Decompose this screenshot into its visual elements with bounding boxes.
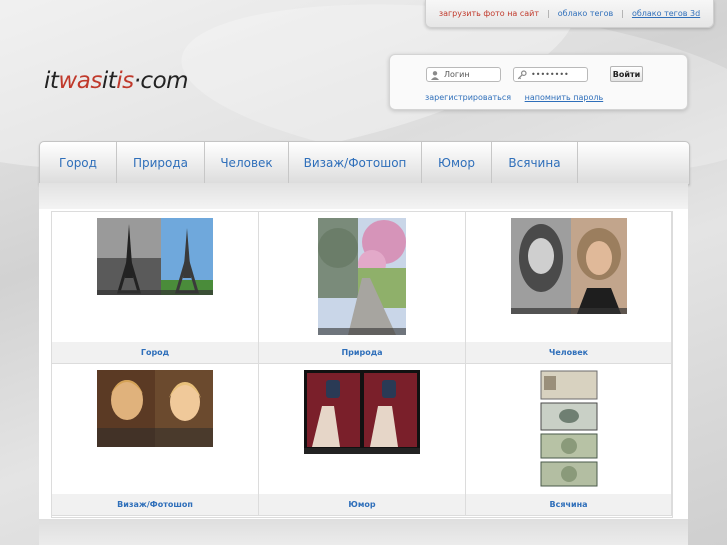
login-button[interactable]: Войти [610, 66, 643, 82]
category-card-nature[interactable]: Природа [259, 212, 466, 364]
category-caption[interactable]: Всячина [466, 494, 671, 515]
category-caption[interactable]: Визаж/Фотошоп [52, 494, 258, 515]
category-caption[interactable]: Человек [466, 342, 671, 363]
register-link[interactable]: зарегистрироваться [425, 93, 511, 102]
site-logo[interactable]: itwasitis·com [44, 68, 189, 94]
gallery-content: Город Природа Человек Визаж/Фотошоп Юмор… [39, 209, 688, 519]
category-card-person[interactable]: Человек [466, 212, 672, 364]
humor-thumbnail[interactable] [304, 370, 420, 454]
category-caption[interactable]: Юмор [259, 494, 465, 515]
page-footer [39, 519, 688, 545]
nature-path-thumbnail[interactable] [318, 218, 406, 335]
nav-strip [39, 183, 688, 209]
category-card-city[interactable]: Город [52, 212, 259, 364]
nav-item-person[interactable]: Человек [205, 142, 289, 184]
tag-cloud-link[interactable]: облако тегов [550, 9, 622, 18]
category-caption[interactable]: Природа [259, 342, 465, 363]
password-value: •••••••• [531, 70, 569, 79]
nav-item-city[interactable]: Город [40, 142, 117, 184]
login-field[interactable]: Логин [426, 67, 501, 82]
nav-item-misc[interactable]: Всячина [492, 142, 578, 184]
user-icon [431, 70, 439, 80]
portrait-thumbnail[interactable] [510, 218, 627, 314]
category-caption[interactable]: Город [52, 342, 258, 363]
nav-item-nature[interactable]: Природа [117, 142, 205, 184]
nav-item-humor[interactable]: Юмор [422, 142, 492, 184]
upload-photo-link[interactable]: загрузить фото на сайт [431, 9, 547, 18]
tag-cloud-3d-link[interactable]: облако тегов 3d [624, 9, 708, 18]
eiffel-tower-thumbnail[interactable] [97, 218, 213, 295]
category-card-misc[interactable]: Всячина [466, 364, 672, 516]
remind-password-link[interactable]: напомнить пароль [525, 93, 604, 102]
password-field[interactable]: •••••••• [513, 67, 588, 82]
nav-item-makeup-photoshop[interactable]: Визаж/Фотошоп [289, 142, 422, 184]
category-grid: Город Природа Человек Визаж/Фотошоп Юмор… [51, 211, 673, 518]
key-icon [517, 69, 527, 79]
banknotes-thumbnail[interactable] [539, 370, 598, 488]
category-nav: Город Природа Человек Визаж/Фотошоп Юмор… [39, 141, 690, 185]
login-panel: Логин •••••••• Войти зарегистрироваться … [389, 54, 688, 110]
login-placeholder: Логин [444, 70, 470, 79]
category-card-humor[interactable]: Юмор [259, 364, 466, 516]
top-links-bar: загрузить фото на сайт | облако тегов | … [425, 0, 714, 28]
category-card-makeup[interactable]: Визаж/Фотошоп [52, 364, 259, 516]
makeup-thumbnail[interactable] [97, 370, 213, 447]
